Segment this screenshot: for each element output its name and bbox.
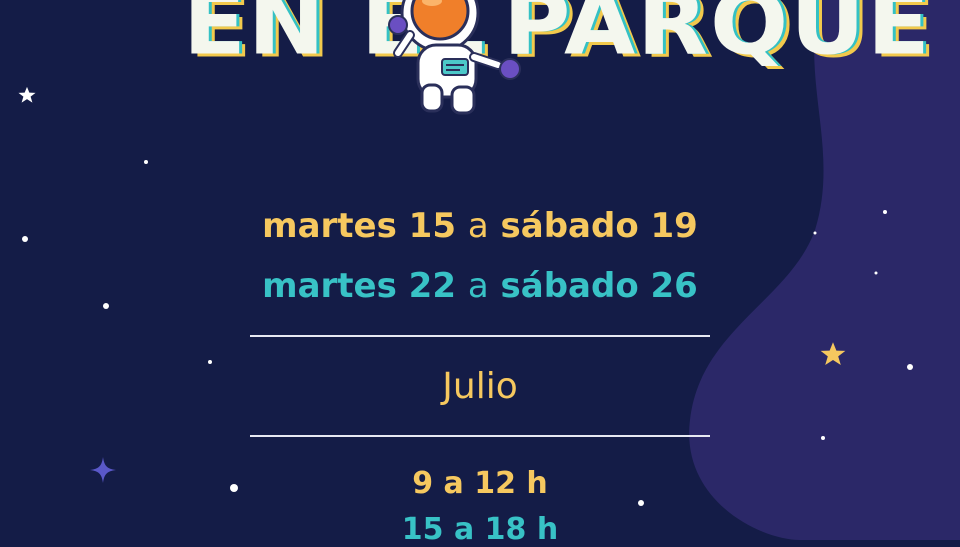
hours-range-1: 9 a 12 h <box>0 466 960 501</box>
date-start: martes 22 <box>262 266 456 306</box>
hours-start: 9 <box>412 466 434 501</box>
hours-separator: a <box>453 512 475 547</box>
date-separator: a <box>467 206 489 246</box>
date-range-2: martes 22 a sábado 26 <box>0 266 960 306</box>
hours-separator: a <box>443 466 464 501</box>
date-end: sábado 19 <box>500 206 698 246</box>
month-label: Julio <box>442 366 518 407</box>
divider-top <box>250 335 710 337</box>
date-end: sábado 26 <box>500 266 698 306</box>
hours-end: 12 h <box>474 466 548 501</box>
divider-bottom <box>250 435 710 437</box>
date-separator: a <box>467 266 489 306</box>
date-start: martes 15 <box>262 206 456 246</box>
hours-end: 18 h <box>484 512 559 547</box>
date-range-1: martes 15 a sábado 19 <box>0 206 960 246</box>
hours-range-2: 15 a 18 h <box>0 512 960 547</box>
hours-start: 15 <box>401 512 444 547</box>
